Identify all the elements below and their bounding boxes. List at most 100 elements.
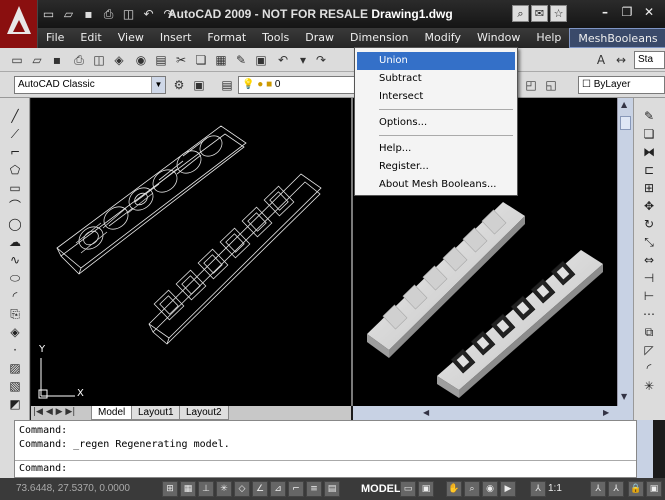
scale-icon[interactable]: ⤡ — [640, 234, 658, 250]
menu-meshbooleans[interactable]: MeshBooleans — [569, 28, 665, 48]
undo-icon[interactable]: ↶ — [140, 6, 157, 22]
vertical-scrollbar[interactable]: ▲ ▼ — [617, 98, 633, 406]
osnap-icon[interactable]: ◇ — [234, 481, 250, 497]
construction-line-icon[interactable]: ⟋ — [6, 126, 24, 142]
publish-icon[interactable]: ◈ — [110, 51, 128, 69]
linetype-combo[interactable]: ☐ ByLayer — [578, 76, 665, 94]
minimize-icon[interactable]: – — [598, 5, 612, 19]
dyn-icon[interactable]: ⌐ — [288, 481, 304, 497]
auto-scale-icon[interactable]: ⅄ — [608, 481, 624, 497]
annotation-scale-icon[interactable]: ⅄ — [530, 481, 546, 497]
spline-icon[interactable]: ∿ — [6, 252, 24, 268]
workspace-combo[interactable]: AutoCAD Classic ▼ — [14, 76, 166, 94]
fillet-icon[interactable]: ◜ — [640, 360, 658, 376]
save-icon[interactable]: ▪ — [80, 6, 97, 22]
ducs-icon[interactable]: ⊿ — [270, 481, 286, 497]
snap-icon[interactable]: ⊞ — [162, 481, 178, 497]
mirror-icon[interactable]: ⧓ — [640, 144, 658, 160]
menu-window[interactable]: Window — [469, 28, 528, 48]
viewport-wireframe[interactable]: Y X — [31, 98, 351, 406]
model-space-button[interactable]: MODEL — [361, 480, 401, 498]
showmotion-icon[interactable]: ▶ — [500, 481, 516, 497]
ellipse-arc-icon[interactable]: ◜ — [6, 288, 24, 304]
tab-nav-arrows-icon[interactable]: |◀ ◀ ▶ ▶| — [33, 407, 75, 417]
revision-cloud-icon[interactable]: ☁ — [6, 234, 24, 250]
join-icon[interactable]: ⧉ — [640, 324, 658, 340]
pan-icon[interactable]: ✋ — [446, 481, 462, 497]
menu-item-subtract[interactable]: Subtract — [357, 70, 515, 88]
copy-icon[interactable]: ❏ — [192, 51, 210, 69]
search-icon[interactable]: ⌕ — [512, 5, 529, 22]
point-icon[interactable]: · — [6, 342, 24, 358]
coordinates-readout[interactable]: 73.6448, 27.5370, 0.0000 — [16, 483, 130, 494]
block-editor-icon[interactable]: ▣ — [252, 51, 270, 69]
horizontal-scrollbar[interactable]: ◀ ▶ — [353, 406, 633, 420]
annotation-visibility-icon[interactable]: ⅄ — [590, 481, 606, 497]
quick-view-drawings-icon[interactable]: ▣ — [418, 481, 434, 497]
plot-icon[interactable]: ⎙ — [70, 51, 88, 69]
autocad-logo-menu-button[interactable] — [0, 0, 38, 48]
extend-icon[interactable]: ⊢ — [640, 288, 658, 304]
workspace-settings-icon[interactable]: ⚙ — [170, 76, 188, 94]
make-block-icon[interactable]: ◈ — [6, 324, 24, 340]
offset-icon[interactable]: ⊏ — [640, 162, 658, 178]
break-icon[interactable]: ⋯ — [640, 306, 658, 322]
lock-ui-icon[interactable]: 🔒 — [628, 481, 644, 497]
region-icon[interactable]: ◩ — [6, 396, 24, 412]
save-icon[interactable]: ▪ — [48, 51, 66, 69]
menu-file[interactable]: File — [38, 28, 72, 48]
redo-icon[interactable]: ↷ — [312, 51, 330, 69]
match-properties-icon[interactable]: ✎ — [232, 51, 250, 69]
scroll-left-icon[interactable]: ◀ — [423, 408, 429, 417]
menu-draw[interactable]: Draw — [297, 28, 342, 48]
move-icon[interactable]: ✥ — [640, 198, 658, 214]
tab-layout2[interactable]: Layout2 — [179, 406, 229, 420]
paste-icon[interactable]: ▦ — [212, 51, 230, 69]
arc-icon[interactable]: ⌒ — [6, 198, 24, 214]
stretch-icon[interactable]: ⇔ — [640, 252, 658, 268]
chamfer-icon[interactable]: ◸ — [640, 342, 658, 358]
menu-item-intersect[interactable]: Intersect — [357, 88, 515, 106]
text-style-icon[interactable]: A — [592, 51, 610, 69]
clean-screen-icon[interactable]: ▣ — [646, 481, 662, 497]
layer-state-icon[interactable]: ◱ — [542, 76, 560, 94]
trim-icon[interactable]: ⊣ — [640, 270, 658, 286]
communication-center-icon[interactable]: ✉ — [531, 5, 548, 22]
preview-icon[interactable]: ◫ — [90, 51, 108, 69]
etransmit-icon[interactable]: ▤ — [152, 51, 170, 69]
cut-icon[interactable]: ✂ — [172, 51, 190, 69]
undo-dropdown-icon[interactable]: ▾ — [294, 51, 312, 69]
scroll-right-icon[interactable]: ▶ — [603, 408, 609, 417]
menu-item-options[interactable]: Options... — [357, 114, 515, 132]
layer-properties-icon[interactable]: ▤ — [218, 76, 236, 94]
command-prompt[interactable]: Command: — [19, 463, 67, 474]
steering-wheel-icon[interactable]: ◉ — [482, 481, 498, 497]
gradient-icon[interactable]: ▧ — [6, 378, 24, 394]
menu-item-union[interactable]: Union — [357, 52, 515, 70]
dimension-style-icon[interactable]: ↔ — [612, 51, 630, 69]
ellipse-icon[interactable]: ⬭ — [6, 270, 24, 286]
menu-insert[interactable]: Insert — [152, 28, 200, 48]
rotate-icon[interactable]: ↻ — [640, 216, 658, 232]
command-window[interactable]: Command: Command: _regen Regenerating mo… — [14, 420, 637, 478]
save-workspace-icon[interactable]: ▣ — [190, 76, 208, 94]
favorites-star-icon[interactable]: ☆ — [550, 5, 567, 22]
array-icon[interactable]: ⊞ — [640, 180, 658, 196]
command-window-handle[interactable] — [0, 420, 14, 478]
undo-icon[interactable]: ↶ — [274, 51, 292, 69]
restore-icon[interactable]: ❐ — [620, 5, 634, 19]
layer-previous-icon[interactable]: ◰ — [522, 76, 540, 94]
chevron-down-icon[interactable]: ▼ — [151, 77, 165, 93]
menu-item-register[interactable]: Register... — [357, 158, 515, 176]
rectangle-icon[interactable]: ▭ — [6, 180, 24, 196]
scroll-up-icon[interactable]: ▲ — [621, 100, 627, 109]
polyline-icon[interactable]: ⌐ — [6, 144, 24, 160]
menu-modify[interactable]: Modify — [417, 28, 469, 48]
layer-combo[interactable]: 💡 ● ■ 0 — [238, 76, 358, 94]
plot-preview-icon[interactable]: ◫ — [120, 6, 137, 22]
lineweight-icon[interactable]: ≡ — [306, 481, 322, 497]
explode-icon[interactable]: ✳ — [640, 378, 658, 394]
circle-icon[interactable]: ◯ — [6, 216, 24, 232]
3dwf-icon[interactable]: ◉ — [132, 51, 150, 69]
quick-properties-icon[interactable]: ▤ — [324, 481, 340, 497]
